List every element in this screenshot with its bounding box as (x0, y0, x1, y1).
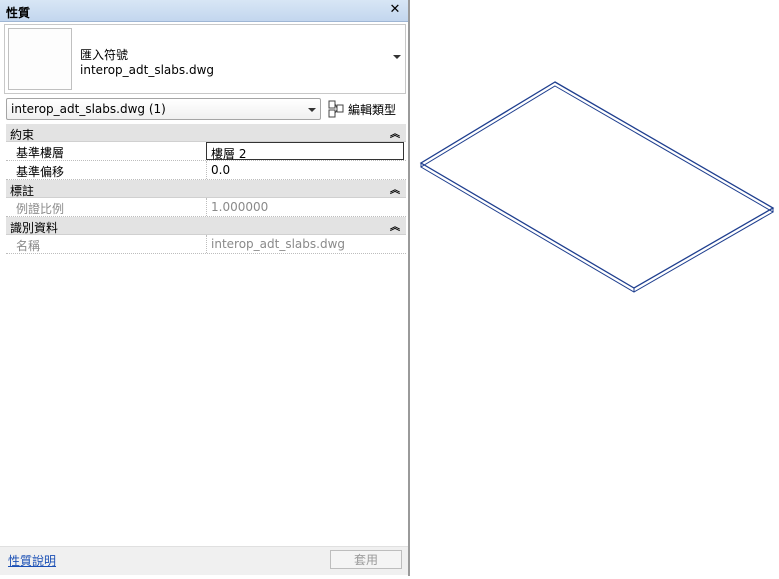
group-header-dimensions[interactable]: 標註 ︽ (6, 180, 406, 198)
property-row-name: 名稱 interop_adt_slabs.dwg (6, 235, 406, 254)
collapse-icon[interactable]: ︽ (390, 218, 400, 233)
property-row-scale: 例證比例 1.000000 (6, 198, 406, 217)
chevron-down-icon[interactable] (308, 108, 316, 112)
panel-title: 性質 (6, 6, 31, 20)
slab-bottom-outline (420, 85, 775, 293)
group-header-constraints[interactable]: 約束 ︽ (6, 124, 406, 142)
panel-title-bar[interactable]: 性質 ✕ (0, 0, 408, 22)
property-value: 1.000000 (206, 198, 404, 216)
slab-top-outline[interactable] (419, 81, 775, 289)
property-value[interactable]: 0.0 (206, 161, 404, 179)
property-label: 基準樓層 (16, 146, 65, 160)
property-label: 例證比例 (16, 202, 65, 216)
slab-drawing (419, 81, 775, 293)
close-icon[interactable]: ✕ (388, 2, 402, 18)
group-label: 識別資料 (10, 221, 59, 235)
type-preview-image (8, 28, 72, 90)
edit-type-icon (328, 100, 344, 118)
type-category-label: 匯入符號 (80, 48, 129, 62)
apply-button[interactable]: 套用 (330, 550, 402, 569)
property-label: 基準偏移 (16, 165, 65, 179)
group-label: 標註 (10, 184, 35, 198)
instance-filter-value: interop_adt_slabs.dwg (1) (11, 102, 166, 116)
edit-type-button[interactable]: 編輯類型 (326, 99, 404, 119)
collapse-icon[interactable]: ︽ (390, 181, 400, 196)
type-selector[interactable]: 匯入符號 interop_adt_slabs.dwg (4, 24, 406, 94)
collapse-icon[interactable]: ︽ (390, 125, 400, 140)
properties-grid: 約束 ︽ 基準樓層 樓層 2 基準偏移 0.0 標註 ︽ 例證比例 1.0000… (6, 124, 406, 254)
properties-panel: 性質 ✕ 匯入符號 interop_adt_slabs.dwg interop_… (0, 0, 410, 576)
group-label: 約束 (10, 128, 35, 142)
chevron-down-icon[interactable] (393, 55, 401, 59)
property-value: interop_adt_slabs.dwg (206, 235, 404, 253)
instance-filter-dropdown[interactable]: interop_adt_slabs.dwg (1) (6, 98, 321, 120)
group-header-identity-data[interactable]: 識別資料 ︽ (6, 217, 406, 235)
property-value-input[interactable]: 樓層 2 (206, 142, 404, 161)
property-row-base-offset[interactable]: 基準偏移 0.0 (6, 161, 406, 180)
property-label: 名稱 (16, 239, 41, 253)
drawing-viewport[interactable] (412, 0, 779, 576)
properties-help-link[interactable]: 性質說明 (8, 552, 56, 569)
panel-footer: 性質說明 套用 (0, 546, 408, 575)
type-name-label: interop_adt_slabs.dwg (80, 63, 215, 77)
edit-type-label: 編輯類型 (348, 103, 397, 117)
property-row-base-level[interactable]: 基準樓層 樓層 2 (6, 142, 406, 161)
